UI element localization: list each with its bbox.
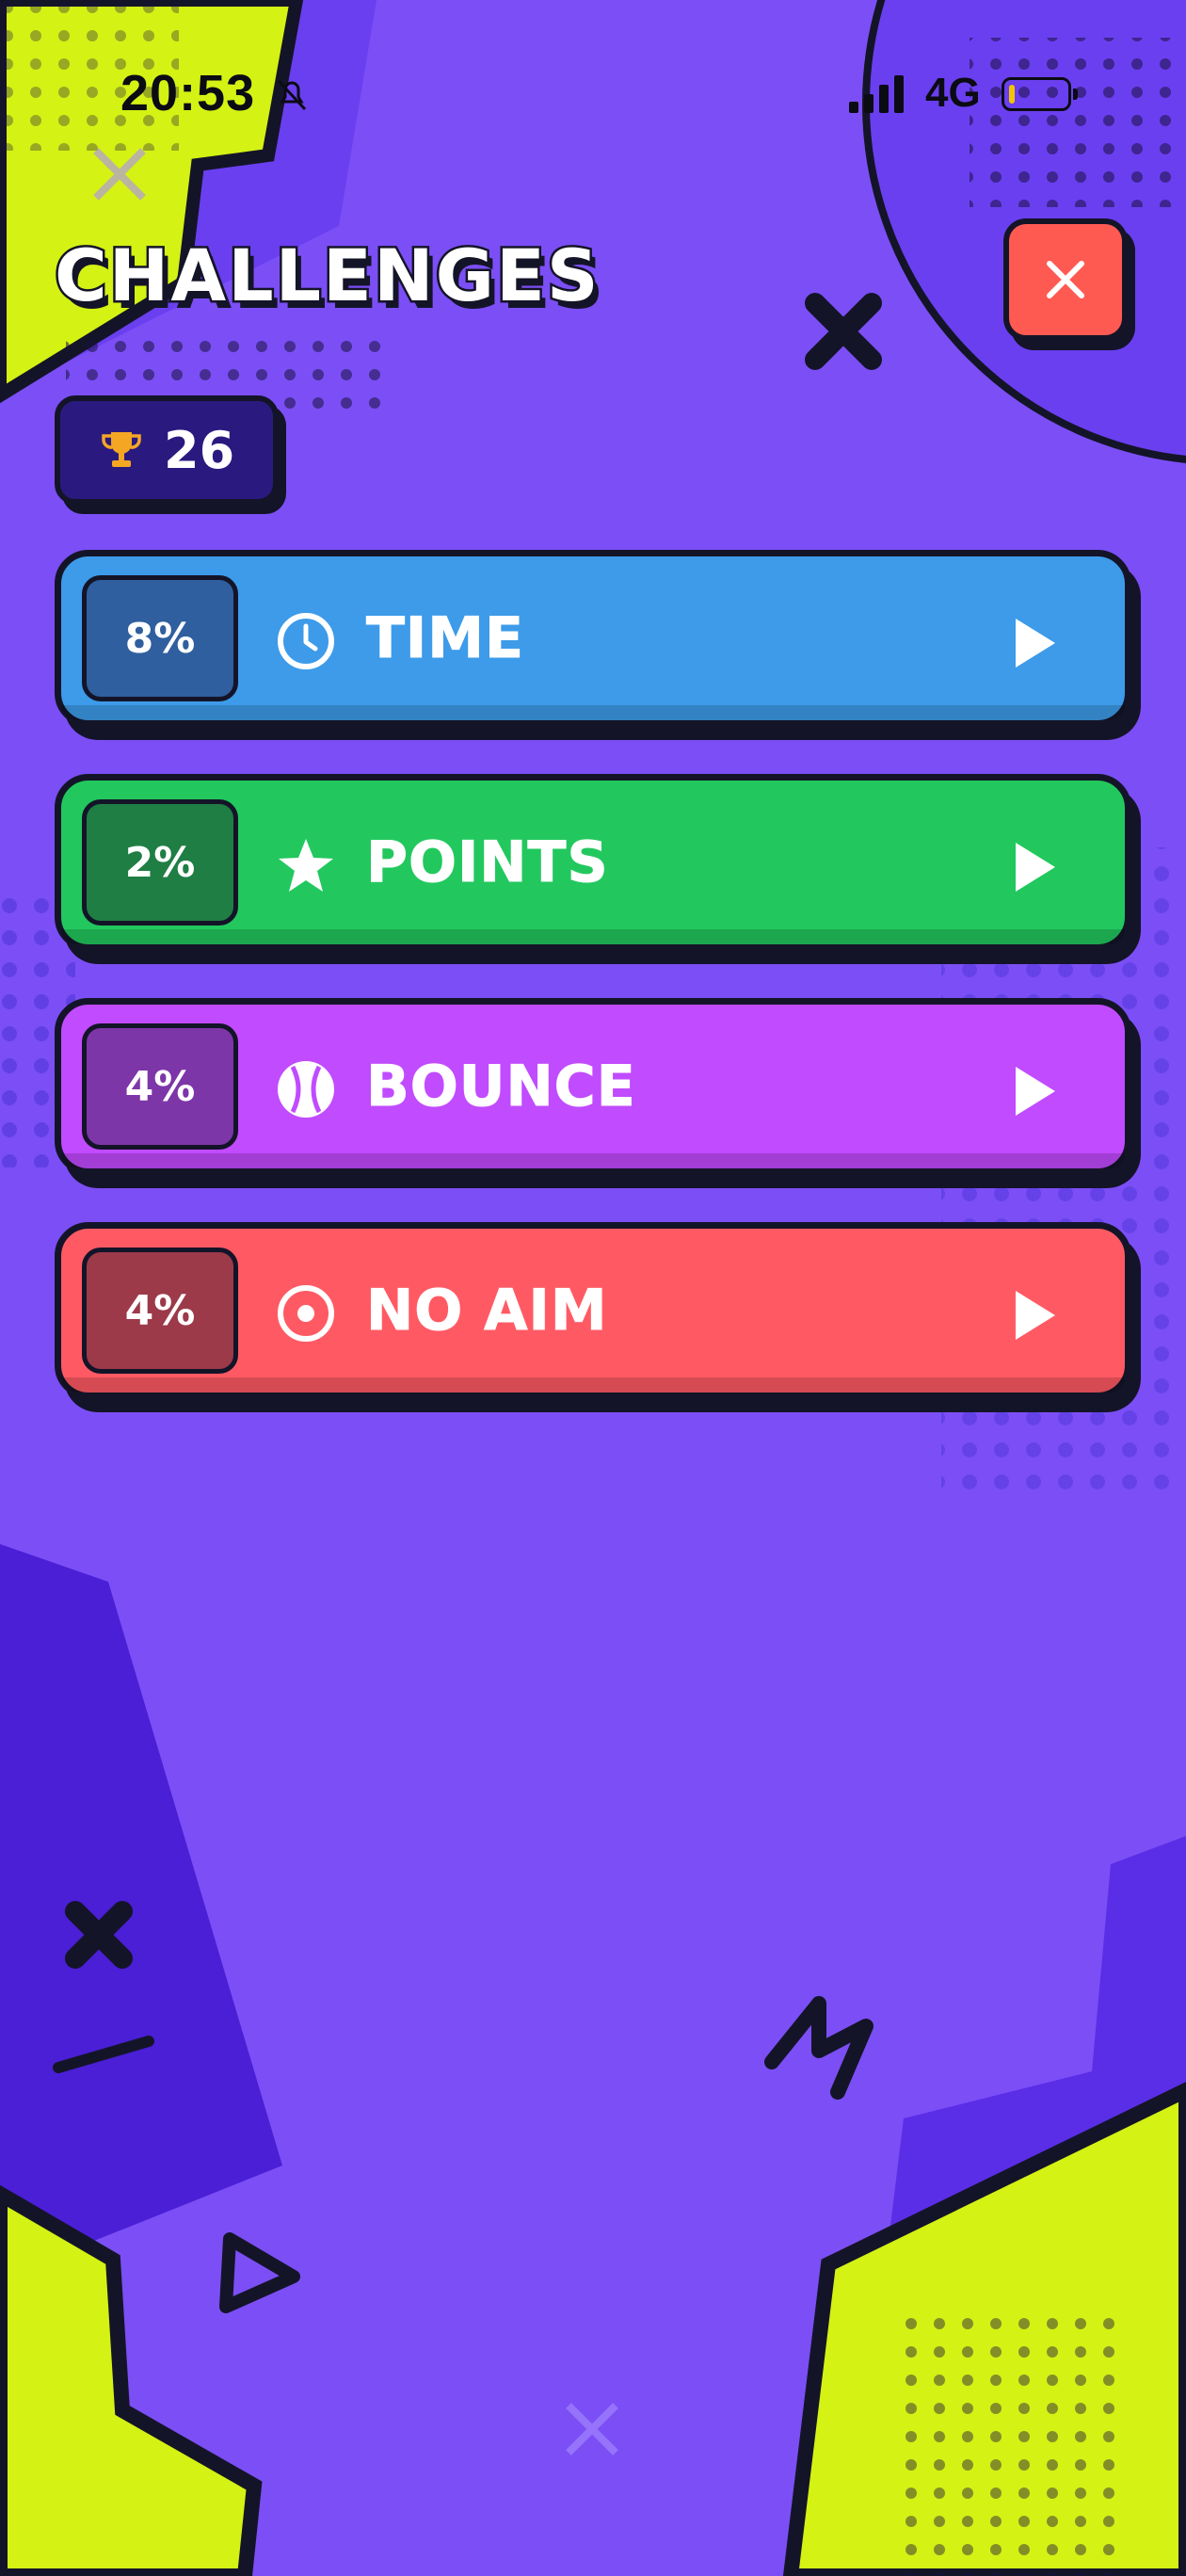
- play-icon: [1016, 1067, 1055, 1116]
- page-title: CHALLENGES: [53, 232, 601, 320]
- play-icon: [1016, 619, 1055, 668]
- close-button[interactable]: [1003, 218, 1128, 341]
- challenge-label: TIME: [366, 605, 524, 672]
- challenge-percent: 4%: [82, 1023, 238, 1150]
- battery-level: [1009, 85, 1015, 104]
- challenge-bounce[interactable]: 4% BOUNCE: [55, 998, 1131, 1175]
- play-icon: [1016, 1291, 1055, 1340]
- star-icon: [279, 839, 333, 892]
- challenge-no-aim[interactable]: 4% NO AIM: [55, 1222, 1131, 1399]
- play-icon: [1016, 843, 1055, 892]
- challenge-points[interactable]: 2% POINTS: [55, 774, 1131, 951]
- close-icon: [1047, 261, 1084, 298]
- score-value: 26: [164, 420, 235, 480]
- challenge-label: NO AIM: [366, 1278, 608, 1344]
- signal-icon: [849, 75, 904, 113]
- silent-bell-icon: [277, 79, 307, 111]
- clock-icon: [278, 613, 334, 669]
- challenge-label: BOUNCE: [366, 1054, 636, 1120]
- target-icon: [278, 1285, 334, 1342]
- challenge-percent: 2%: [82, 799, 238, 926]
- trophy-icon: [102, 432, 141, 467]
- status-time: 20:53: [120, 65, 256, 121]
- challenge-percent: 4%: [82, 1248, 238, 1374]
- challenge-percent: 8%: [82, 575, 238, 701]
- challenge-label: POINTS: [366, 829, 609, 896]
- network-type: 4G: [925, 70, 981, 116]
- challenge-time[interactable]: 8% TIME: [55, 550, 1131, 727]
- trophy-score: 26: [55, 395, 279, 505]
- battery-icon: [1002, 77, 1078, 111]
- ball-icon: [278, 1061, 334, 1118]
